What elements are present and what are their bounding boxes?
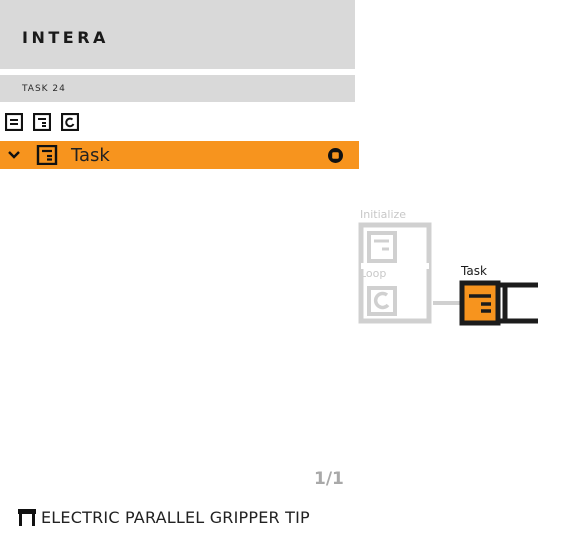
brand-title: INTERA — [22, 28, 109, 47]
task-block-node — [459, 280, 501, 326]
add-loop-button[interactable] — [60, 112, 80, 132]
task-title-bar: TASK 24 — [0, 75, 355, 102]
page-indicator: 1/1 — [314, 469, 344, 489]
add-task-button[interactable] — [32, 112, 52, 132]
flow-diagram: Initialize Loop Task — [355, 205, 545, 335]
tool-info: ELECTRIC PARALLEL GRIPPER TIP — [17, 507, 310, 527]
tool-name: ELECTRIC PARALLEL GRIPPER TIP — [41, 507, 310, 527]
header-bar: INTERA — [0, 0, 355, 69]
chevron-down-icon[interactable] — [6, 147, 22, 163]
task-label: Task — [71, 145, 110, 166]
task-title: TASK 24 — [22, 84, 66, 94]
task-block-icon — [33, 113, 51, 131]
task-block-icon — [36, 145, 58, 165]
gripper-icon — [18, 509, 36, 526]
add-initialize-button[interactable] — [4, 112, 24, 132]
block-toolbar — [4, 112, 80, 132]
flow-diagram-graphic — [358, 222, 538, 326]
task-row[interactable]: Task — [0, 141, 359, 169]
initialize-block-icon — [5, 113, 23, 131]
stop-icon[interactable] — [327, 147, 344, 164]
loop-block-icon — [61, 113, 79, 131]
